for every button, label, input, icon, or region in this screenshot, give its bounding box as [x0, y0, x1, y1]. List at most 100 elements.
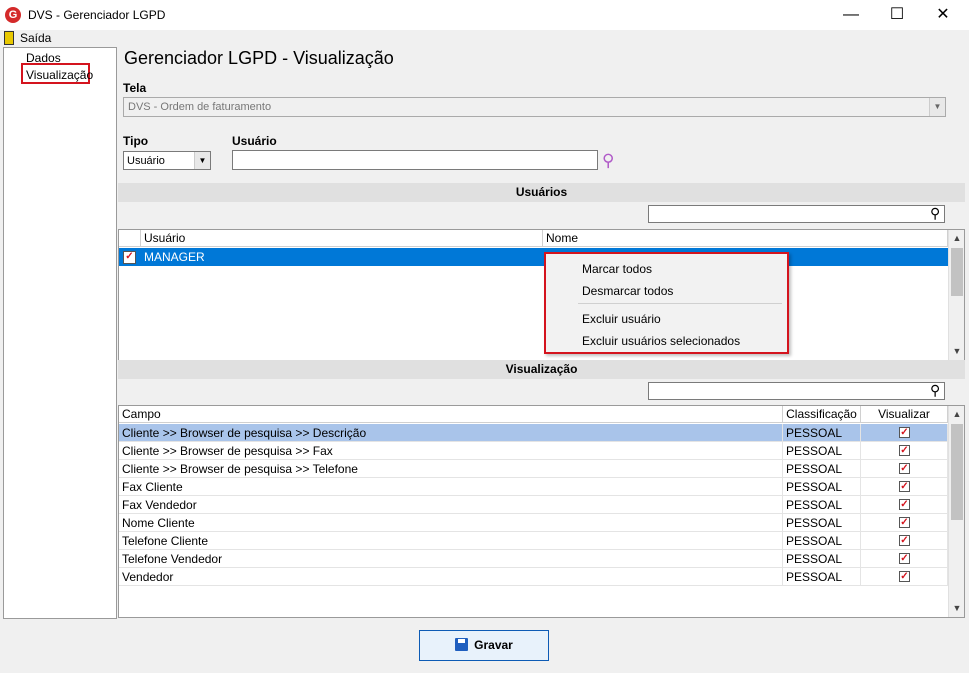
table-row[interactable]: ✓ MANAGER — [119, 248, 948, 266]
users-scrollbar[interactable]: ▲ ▼ — [948, 230, 964, 360]
vis-cell-campo: Cliente >> Browser de pesquisa >> Descri… — [119, 424, 783, 442]
vis-column-header-classificacao[interactable]: Classificação — [783, 406, 861, 423]
vis-cell-visualizar: ✓ — [861, 514, 948, 532]
vis-cell-classificacao: PESSOAL — [783, 568, 861, 586]
visualizar-checkbox[interactable]: ✓ — [899, 517, 910, 528]
app-logo-icon: G — [5, 7, 21, 23]
vis-cell-classificacao: PESSOAL — [783, 478, 861, 496]
tree-item-visualizacao[interactable]: Visualização — [21, 63, 93, 84]
table-row[interactable]: Cliente >> Browser de pesquisa >> Descri… — [119, 424, 948, 442]
table-row[interactable]: Telefone Cliente PESSOAL ✓ — [119, 532, 948, 550]
visualizar-checkbox[interactable]: ✓ — [899, 553, 910, 564]
vis-cell-visualizar: ✓ — [861, 478, 948, 496]
vis-cell-visualizar: ✓ — [861, 442, 948, 460]
vis-cell-classificacao: PESSOAL — [783, 496, 861, 514]
navigation-tree — [3, 47, 117, 619]
scroll-up-icon[interactable]: ▲ — [949, 233, 964, 243]
vis-cell-classificacao: PESSOAL — [783, 460, 861, 478]
vis-scrollbar[interactable]: ▲ ▼ — [948, 406, 964, 617]
vis-cell-campo: Vendedor — [119, 568, 783, 586]
tipo-label: Tipo — [123, 134, 149, 148]
vis-cell-visualizar: ✓ — [861, 496, 948, 514]
vis-column-header-campo[interactable]: Campo — [119, 406, 783, 423]
chevron-down-icon[interactable]: ▼ — [194, 152, 210, 169]
context-menu-item-excluir-usuario[interactable]: Excluir usuário — [582, 312, 661, 326]
vis-cell-classificacao: PESSOAL — [783, 532, 861, 550]
users-filter-input[interactable] — [648, 205, 945, 223]
vis-cell-visualizar: ✓ — [861, 568, 948, 586]
tela-label: Tela — [123, 81, 147, 95]
vis-cell-campo: Telefone Cliente — [119, 532, 783, 550]
vis-cell-campo: Telefone Vendedor — [119, 550, 783, 568]
exit-menu-item[interactable]: Saída — [20, 31, 51, 45]
table-row[interactable]: Vendedor PESSOAL ✓ — [119, 568, 948, 586]
search-icon[interactable]: ⚲ — [930, 382, 940, 399]
tela-select-value: DVS - Ordem de faturamento — [128, 101, 272, 113]
maximize-button[interactable]: ☐ — [874, 0, 920, 30]
vis-cell-classificacao: PESSOAL — [783, 550, 861, 568]
table-row[interactable]: Cliente >> Browser de pesquisa >> Fax PES… — [119, 442, 948, 460]
vis-cell-classificacao: PESSOAL — [783, 442, 861, 460]
context-menu-item-excluir-selecionados[interactable]: Excluir usuários selecionados — [582, 334, 740, 348]
visualizar-checkbox[interactable]: ✓ — [899, 499, 910, 510]
users-column-header-usuario[interactable]: Usuário — [141, 230, 543, 247]
visualizar-checkbox[interactable]: ✓ — [899, 463, 910, 474]
users-section-header: Usuários — [118, 183, 965, 202]
minimize-button[interactable]: — — [828, 0, 874, 30]
scroll-thumb[interactable] — [951, 424, 963, 520]
scroll-thumb[interactable] — [951, 248, 963, 296]
tela-select[interactable]: DVS - Ordem de faturamento ▼ — [123, 97, 946, 117]
table-row[interactable]: Fax Vendedor PESSOAL ✓ — [119, 496, 948, 514]
context-menu: Marcar todos Desmarcar todos Excluir usu… — [544, 252, 789, 354]
vis-cell-campo: Cliente >> Browser de pesquisa >> Fax — [119, 442, 783, 460]
search-icon[interactable]: ⚲ — [602, 151, 614, 171]
menu-bar — [0, 30, 969, 48]
vis-cell-campo: Cliente >> Browser de pesquisa >> Telefo… — [119, 460, 783, 478]
table-row[interactable]: Fax Cliente PESSOAL ✓ — [119, 478, 948, 496]
vis-column-header-visualizar[interactable]: Visualizar — [861, 406, 948, 423]
context-menu-item-desmarcar-todos[interactable]: Desmarcar todos — [582, 284, 673, 298]
context-menu-divider — [578, 303, 782, 304]
users-check-column-header — [119, 230, 141, 247]
vis-cell-classificacao: PESSOAL — [783, 514, 861, 532]
table-row[interactable]: Telefone Vendedor PESSOAL ✓ — [119, 550, 948, 568]
scroll-down-icon[interactable]: ▼ — [949, 346, 964, 356]
save-button-label: Gravar — [474, 638, 513, 652]
visualizar-checkbox[interactable]: ✓ — [899, 481, 910, 492]
close-button[interactable]: ✕ — [920, 0, 966, 30]
users-grid: Usuário Nome ✓ MANAGER ▲ ▼ — [118, 229, 965, 361]
visualizar-checkbox[interactable]: ✓ — [899, 535, 910, 546]
vis-cell-classificacao: PESSOAL — [783, 424, 861, 442]
tipo-select-value: Usuário — [127, 155, 165, 167]
exit-door-icon[interactable] — [4, 31, 14, 45]
vis-cell-visualizar: ✓ — [861, 550, 948, 568]
scroll-down-icon[interactable]: ▼ — [949, 603, 964, 613]
users-column-header-nome[interactable]: Nome — [543, 230, 948, 247]
chevron-down-icon[interactable]: ▼ — [929, 98, 945, 116]
vis-cell-campo: Fax Vendedor — [119, 496, 783, 514]
visualizar-checkbox[interactable]: ✓ — [899, 445, 910, 456]
search-icon[interactable]: ⚲ — [930, 205, 940, 222]
vis-cell-visualizar: ✓ — [861, 460, 948, 478]
context-menu-item-marcar-todos[interactable]: Marcar todos — [582, 262, 652, 276]
visualizar-checkbox[interactable]: ✓ — [899, 571, 910, 582]
vis-section-header: Visualização — [118, 360, 965, 379]
page-title: Gerenciador LGPD - Visualização — [124, 48, 394, 68]
vis-cell-campo: Nome Cliente — [119, 514, 783, 532]
users-cell-usuario: MANAGER — [144, 250, 205, 264]
vis-cell-campo: Fax Cliente — [119, 478, 783, 496]
vis-filter-input[interactable] — [648, 382, 945, 400]
tipo-select[interactable]: Usuário ▼ — [123, 151, 211, 170]
table-row[interactable]: Nome Cliente PESSOAL ✓ — [119, 514, 948, 532]
row-checkbox[interactable]: ✓ — [123, 251, 136, 264]
scroll-up-icon[interactable]: ▲ — [949, 409, 964, 419]
usuario-input[interactable] — [232, 150, 598, 170]
save-button[interactable]: Gravar — [419, 630, 549, 661]
vis-cell-visualizar: ✓ — [861, 532, 948, 550]
usuario-label: Usuário — [232, 134, 277, 148]
window-title: DVS - Gerenciador LGPD — [28, 8, 166, 22]
floppy-disk-icon — [455, 638, 469, 651]
vis-grid: Campo Classificação Visualizar Cliente >… — [118, 405, 965, 618]
table-row[interactable]: Cliente >> Browser de pesquisa >> Telefo… — [119, 460, 948, 478]
visualizar-checkbox[interactable]: ✓ — [899, 427, 910, 438]
